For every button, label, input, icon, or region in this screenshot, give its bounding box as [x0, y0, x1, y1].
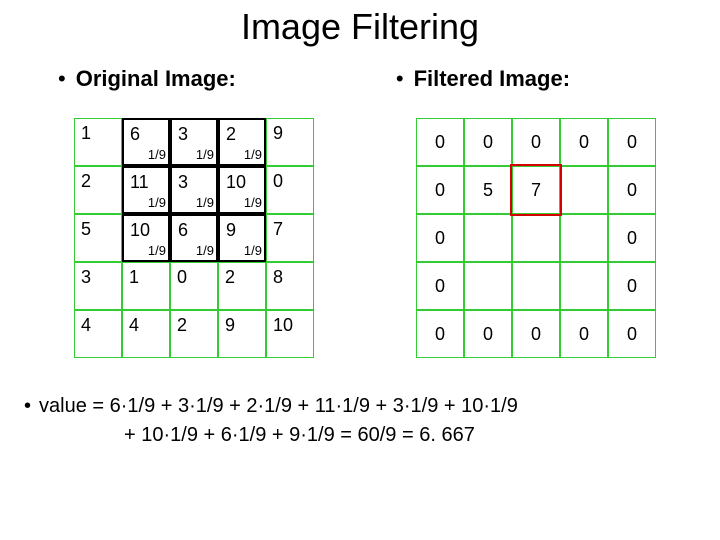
filtered-cell: 0	[416, 118, 464, 166]
original-cell: 3	[74, 262, 122, 310]
kernel-factor: 1/9	[148, 147, 166, 162]
original-cell: 0	[266, 166, 314, 214]
original-cell: 61/9	[122, 118, 170, 166]
original-cell: 9	[218, 310, 266, 358]
filtered-cell	[560, 214, 608, 262]
filtered-cell: 0	[512, 118, 560, 166]
original-cell: 10	[266, 310, 314, 358]
filtered-grid: 000000570000000000	[416, 118, 656, 358]
kernel-factor: 1/9	[196, 147, 214, 162]
filtered-label-text: Filtered Image:	[414, 66, 570, 91]
original-cell: 31/9	[170, 166, 218, 214]
original-cell: 111/9	[122, 166, 170, 214]
original-cell: 101/9	[218, 166, 266, 214]
kernel-factor: 1/9	[196, 243, 214, 258]
kernel-factor: 1/9	[244, 243, 262, 258]
filtered-cell: 0	[416, 214, 464, 262]
filtered-cell: 7	[512, 166, 560, 214]
original-cell: 0	[170, 262, 218, 310]
original-cell: 1	[122, 262, 170, 310]
kernel-factor: 1/9	[148, 195, 166, 210]
equation-line2: + 10·1/9 + 6·1/9 + 9·1/9 = 60/9 = 6. 667	[124, 421, 720, 450]
filtered-cell: 0	[416, 166, 464, 214]
original-cell: 2	[218, 262, 266, 310]
original-grid: 161/931/921/992111/931/9101/905101/961/9…	[74, 118, 314, 358]
kernel-factor: 1/9	[196, 195, 214, 210]
original-cell: 101/9	[122, 214, 170, 262]
filtered-label: • Filtered Image:	[396, 66, 570, 92]
kernel-factor: 1/9	[244, 195, 262, 210]
slide-title: Image Filtering	[0, 0, 720, 48]
original-label-text: Original Image:	[76, 66, 236, 91]
filtered-cell: 0	[416, 310, 464, 358]
original-cell: 61/9	[170, 214, 218, 262]
filtered-cell: 5	[464, 166, 512, 214]
filtered-cell	[464, 262, 512, 310]
filtered-cell	[464, 214, 512, 262]
filtered-cell: 0	[608, 118, 656, 166]
equation-line1: • value = 6·1/9 + 3·1/9 + 2·1/9 + 11·1/9 …	[24, 392, 720, 421]
filtered-cell	[560, 262, 608, 310]
original-cell: 91/9	[218, 214, 266, 262]
original-cell: 2	[170, 310, 218, 358]
filtered-cell: 0	[608, 214, 656, 262]
section-labels: • Original Image: • Filtered Image:	[0, 66, 720, 92]
original-cell: 4	[74, 310, 122, 358]
tables-row: 161/931/921/992111/931/9101/905101/961/9…	[0, 118, 720, 358]
filtered-cell	[512, 214, 560, 262]
filtered-cell: 0	[560, 310, 608, 358]
equation-text-1: value = 6·1/9 + 3·1/9 + 2·1/9 + 11·1/9 +…	[39, 395, 518, 417]
original-cell: 9	[266, 118, 314, 166]
equation: • value = 6·1/9 + 3·1/9 + 2·1/9 + 11·1/9 …	[24, 392, 720, 450]
filtered-cell: 0	[416, 262, 464, 310]
original-cell: 2	[74, 166, 122, 214]
original-cell: 31/9	[170, 118, 218, 166]
kernel-factor: 1/9	[244, 147, 262, 162]
filtered-cell: 0	[464, 310, 512, 358]
bullet-icon: •	[58, 66, 66, 91]
kernel-factor: 1/9	[148, 243, 166, 258]
filtered-cell: 0	[464, 118, 512, 166]
filtered-cell: 0	[560, 118, 608, 166]
filtered-cell	[560, 166, 608, 214]
filtered-cell: 0	[512, 310, 560, 358]
filtered-cell: 0	[608, 310, 656, 358]
original-cell: 4	[122, 310, 170, 358]
filtered-cell	[512, 262, 560, 310]
original-cell: 7	[266, 214, 314, 262]
bullet-icon: •	[396, 66, 404, 91]
slide: Image Filtering • Original Image: • Filter…	[0, 0, 720, 540]
bullet-icon: •	[24, 395, 31, 417]
original-label: • Original Image:	[58, 66, 236, 92]
original-cell: 5	[74, 214, 122, 262]
filtered-cell: 0	[608, 262, 656, 310]
original-cell: 8	[266, 262, 314, 310]
original-cell: 1	[74, 118, 122, 166]
filtered-cell: 0	[608, 166, 656, 214]
original-cell: 21/9	[218, 118, 266, 166]
